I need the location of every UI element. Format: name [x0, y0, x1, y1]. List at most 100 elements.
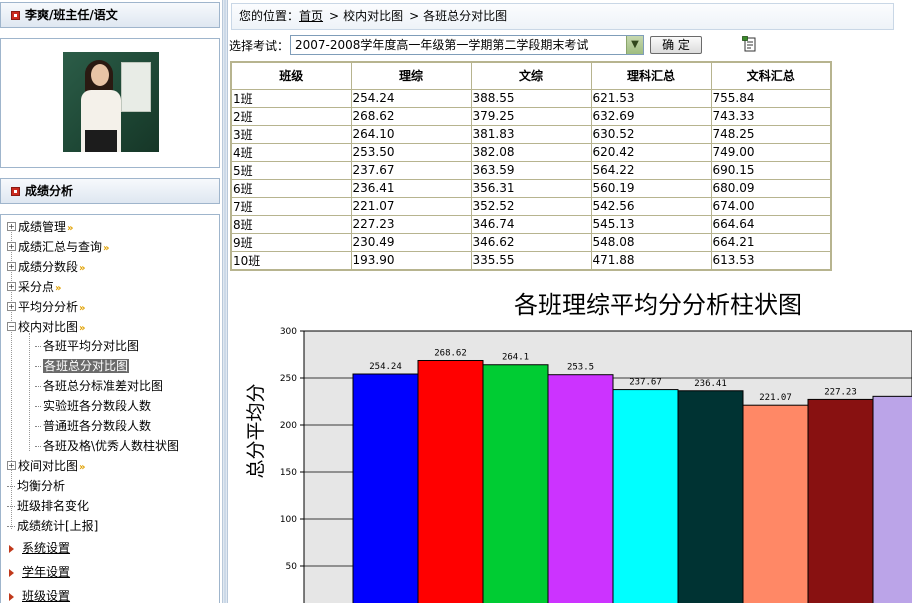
- chevron-icon: »: [79, 263, 86, 274]
- arrow-right-icon: [9, 592, 14, 601]
- expand-icon[interactable]: +: [7, 461, 16, 470]
- tree-item-school-comparison[interactable]: − 校内对比图»: [7, 318, 85, 336]
- table-cell: 545.13: [590, 214, 712, 234]
- table-cell: 237.67: [350, 160, 472, 180]
- tree-item-score-ranges[interactable]: + 成绩分数段»: [7, 258, 85, 276]
- bar-value-label: 254.24: [369, 362, 402, 372]
- section-header-label: 成绩分析: [25, 184, 74, 198]
- y-tick-label: 100: [280, 515, 297, 525]
- table-cell: 379.25: [470, 106, 592, 126]
- table-cell: 471.88: [590, 250, 712, 270]
- table-cell: 542.56: [590, 196, 712, 216]
- tree-child-class-average[interactable]: 各班平均分对比图: [35, 337, 139, 355]
- table-cell: 5班: [230, 160, 352, 180]
- bar: [482, 364, 549, 603]
- bar-value-label: 237.67: [629, 378, 662, 388]
- expand-icon[interactable]: +: [7, 242, 16, 251]
- chevron-down-icon[interactable]: ▼: [626, 36, 643, 54]
- tree-item-score-summary[interactable]: + 成绩汇总与查询»: [7, 238, 109, 256]
- breadcrumb-level1: 校内对比图: [343, 9, 404, 23]
- breadcrumb-current: 各班总分对比图: [423, 9, 508, 23]
- bar-value-label: 268.62: [434, 348, 467, 358]
- table-cell: 381.83: [470, 124, 592, 144]
- link-system-settings[interactable]: 系统设置: [9, 539, 70, 557]
- table-cell: 749.00: [710, 142, 832, 162]
- main-content: 您的位置：首页 > 校内对比图 > 各班总分对比图 选择考试： 2007-2008学年度…: [228, 0, 912, 603]
- bar: [547, 374, 614, 603]
- collapse-icon[interactable]: −: [7, 322, 16, 331]
- breadcrumb-home-link[interactable]: 首页: [299, 9, 323, 23]
- expand-icon[interactable]: +: [7, 302, 16, 311]
- table-cell: 680.09: [710, 178, 832, 198]
- bar: [807, 398, 874, 603]
- table-cell: 664.64: [710, 214, 832, 234]
- tree-child-regular-ranges[interactable]: 普通班各分数段人数: [35, 417, 151, 435]
- tree-item-rank-change[interactable]: 班级排名变化: [7, 497, 89, 515]
- y-tick-label: 200: [280, 421, 297, 431]
- table-cell: 7班: [230, 196, 352, 216]
- bullet-icon: [11, 11, 20, 20]
- bar-value-label: 221.07: [759, 393, 792, 403]
- bar-value-label: 264.1: [502, 353, 529, 363]
- arrow-right-icon: [9, 568, 14, 577]
- bar-chart: 50 100 150 200 250 300 总分平均分 254.24 268.62 264.1 2…: [245, 327, 912, 603]
- chart-title: 各班理综平均分分析柱状图: [514, 291, 802, 319]
- table-cell: 388.55: [470, 88, 592, 108]
- breadcrumb: 您的位置：首页 > 校内对比图 > 各班总分对比图: [231, 3, 894, 30]
- link-class-settings[interactable]: 班级设置: [9, 587, 70, 603]
- expand-icon[interactable]: +: [7, 222, 16, 231]
- tree-item-average-analysis[interactable]: + 平均分分析»: [7, 298, 85, 316]
- confirm-button[interactable]: 确 定: [650, 36, 702, 54]
- table-row: 8班 227.23 346.74 545.13 664.64: [230, 214, 832, 234]
- table-cell: 560.19: [590, 178, 712, 198]
- exam-select[interactable]: 2007-2008学年度高一年级第一学期第二学段期末考试 ▼: [290, 35, 644, 55]
- tree-child-total-stddev[interactable]: 各班总分标准差对比图: [35, 377, 163, 395]
- table-cell: 9班: [230, 232, 352, 252]
- expand-icon[interactable]: +: [7, 262, 16, 271]
- tree-child-experimental-ranges[interactable]: 实验班各分数段人数: [35, 397, 151, 415]
- table-cell: 620.42: [590, 142, 712, 162]
- table-cell: 3班: [230, 124, 352, 144]
- chevron-icon: »: [67, 223, 74, 234]
- table-cell: 382.08: [470, 142, 592, 162]
- table-header-cell: 理科汇总: [590, 61, 712, 90]
- bar: [612, 389, 679, 603]
- tree-item-scoring-points[interactable]: + 采分点»: [7, 278, 61, 296]
- chevron-icon: »: [79, 462, 86, 473]
- table-cell: 363.59: [470, 160, 592, 180]
- tree-item-score-management[interactable]: + 成绩管理»: [7, 218, 73, 236]
- bullet-icon: [11, 187, 20, 196]
- table-cell: 2班: [230, 106, 352, 126]
- arrow-right-icon: [9, 544, 14, 553]
- chevron-icon: »: [103, 243, 110, 254]
- table-cell: 743.33: [710, 106, 832, 126]
- table-header-cell: 文综: [470, 61, 592, 90]
- tree-child-pass-excellent-chart[interactable]: 各班及格\优秀人数柱状图: [35, 437, 179, 455]
- score-table: 班级 理综 文综 理科汇总 文科汇总 1班 254.24 388.55 621.53 755.8…: [230, 61, 832, 271]
- user-header-label: 李爽/班主任/语文: [25, 8, 118, 22]
- bar: [742, 404, 809, 603]
- table-cell: 690.15: [710, 160, 832, 180]
- tree-item-score-report[interactable]: 成绩统计[上报]: [7, 517, 98, 535]
- table-header-cell: 理综: [350, 61, 472, 90]
- table-cell: 6班: [230, 178, 352, 198]
- expand-icon[interactable]: +: [7, 282, 16, 291]
- section-header: 成绩分析: [0, 178, 220, 204]
- tree-item-inter-school-comparison[interactable]: + 校间对比图»: [7, 457, 85, 475]
- table-cell: 268.62: [350, 106, 472, 126]
- table-cell: 755.84: [710, 88, 832, 108]
- table-cell: 664.21: [710, 232, 832, 252]
- table-cell: 352.52: [470, 196, 592, 216]
- navigation-tree: + 成绩管理» + 成绩汇总与查询» + 成绩分数段» + 采分点» + 平均分分析» −…: [0, 214, 220, 603]
- table-cell: 356.31: [470, 178, 592, 198]
- table-cell: 264.10: [350, 124, 472, 144]
- table-cell: 674.00: [710, 196, 832, 216]
- table-cell: 221.07: [350, 196, 472, 216]
- export-document-icon[interactable]: [742, 36, 758, 52]
- link-school-year-settings[interactable]: 学年设置: [9, 563, 70, 581]
- app-window: 李爽/班主任/语文 成绩分析 + 成绩管理» + 成绩汇总与查询» + 成绩分数…: [0, 0, 912, 603]
- breadcrumb-separator: >: [329, 9, 340, 23]
- table-row: 4班 253.50 382.08 620.42 749.00: [230, 142, 832, 162]
- tree-item-balance-analysis[interactable]: 均衡分析: [7, 477, 65, 495]
- tree-child-class-total[interactable]: 各班总分对比图: [35, 357, 130, 375]
